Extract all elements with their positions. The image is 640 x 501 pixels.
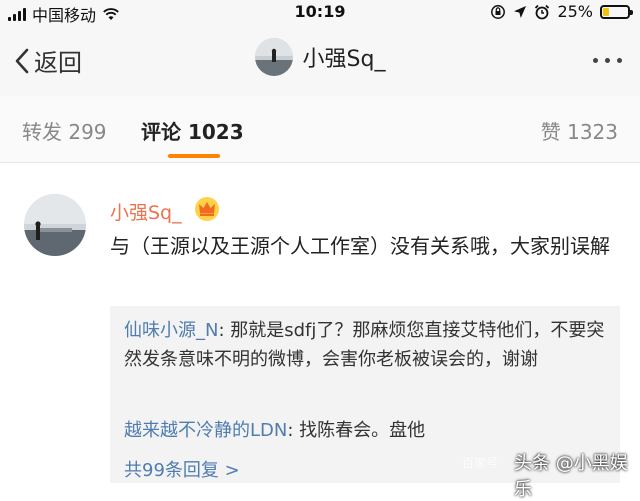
reply-item: 越来越不冷静的LDN: 找陈春会。盘他 (124, 416, 608, 445)
battery-fill (603, 7, 609, 16)
avatar-image (254, 38, 293, 76)
status-right: 25% (490, 2, 633, 21)
battery-percent: 25% (557, 2, 593, 21)
location-icon (514, 5, 527, 18)
tab-repost[interactable]: 转发 299 (22, 116, 107, 145)
rotation-lock-icon (491, 4, 506, 19)
nav-user[interactable]: 小强Sq_ (0, 38, 640, 76)
tab-likes[interactable]: 赞 1323 (541, 116, 618, 145)
source-watermark: 头条 @小黑娱乐 (514, 453, 628, 500)
crown-badge-icon (195, 197, 219, 221)
commenter-avatar[interactable] (24, 194, 86, 256)
dot-icon (617, 58, 622, 63)
watermark: 百家号 (462, 456, 499, 470)
commenter-name[interactable]: 小强Sq_ (110, 198, 182, 225)
reply-author[interactable]: 仙味小源_N (124, 320, 218, 341)
battery-icon (600, 4, 633, 19)
alarm-icon (535, 4, 550, 19)
reply-item: 仙味小源_N: 那就是sdfj了？那麻烦您直接艾特他们，不要突然发条意味不明的微… (124, 316, 608, 374)
more-options-button[interactable] (593, 58, 622, 63)
comment-text: 与（王源以及王源个人工作室）没有关系哦，大家别误解 (110, 234, 610, 258)
reply-author[interactable]: 越来越不冷静的LDN (124, 420, 287, 441)
status-bar: 中国移动 10:19 25% (0, 0, 640, 25)
tab-comments[interactable]: 评论 1023 (141, 116, 244, 145)
navigation-bar: 返回 小强Sq_ (0, 24, 640, 96)
view-more-replies-link[interactable]: 共99条回复 > (124, 456, 240, 482)
active-tab-indicator (168, 154, 220, 158)
avatar[interactable] (254, 38, 293, 76)
page-title: 小强Sq_ (302, 47, 386, 72)
dot-icon (605, 58, 610, 63)
tab-bar: 转发 299 评论 1023 赞 1323 (0, 96, 640, 163)
dot-icon (593, 58, 598, 63)
reply-text: : 找陈春会。盘他 (287, 420, 426, 441)
avatar-image (24, 194, 86, 256)
